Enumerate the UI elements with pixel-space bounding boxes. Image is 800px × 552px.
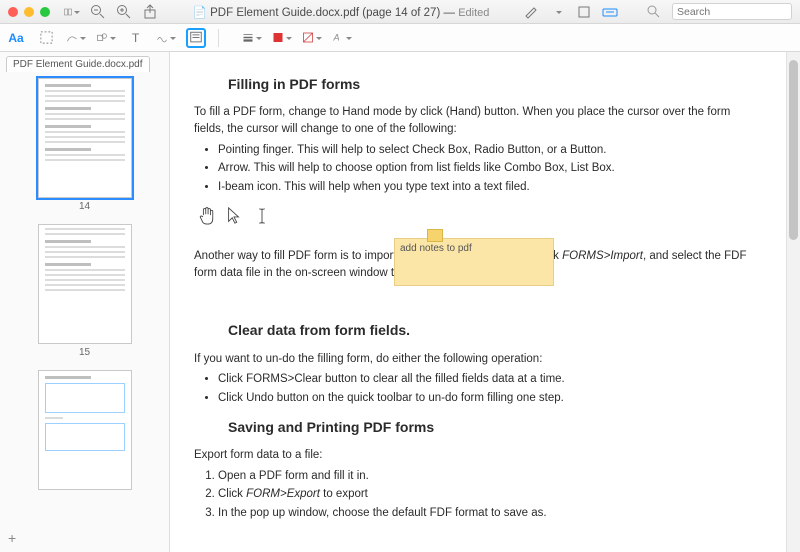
ibeam-cursor-icon (253, 206, 271, 226)
window-title: 📄 PDF Element Guide.docx.pdf (page 14 of… (158, 5, 524, 19)
add-page-button[interactable]: + (8, 530, 16, 546)
font-style-button[interactable]: A (332, 28, 352, 48)
scrollbar-thumb[interactable] (789, 60, 798, 240)
annotation-toolbar: Aa T A (0, 24, 800, 52)
search-field[interactable] (672, 3, 792, 20)
list-item: I-beam icon. This will help when you typ… (218, 179, 758, 196)
share-button[interactable] (142, 4, 158, 20)
hand-cursor-icon (198, 206, 216, 226)
search-icon (646, 4, 662, 20)
search-input[interactable] (677, 6, 767, 18)
sketch-tool-button[interactable] (66, 28, 86, 48)
text-style-button[interactable]: Aa (6, 28, 26, 48)
minimize-window-button[interactable] (24, 7, 34, 17)
document-content[interactable]: Filling in PDF forms To fill a PDF form,… (170, 52, 786, 552)
list-item: Click FORMS>Clear button to clear all th… (218, 371, 758, 388)
page-thumbnail-16[interactable] (38, 370, 132, 490)
fill-color-button[interactable] (302, 28, 322, 48)
title-dash: — (443, 7, 458, 19)
maximize-window-button[interactable] (40, 7, 50, 17)
page-number-label: 15 (0, 347, 169, 358)
zoom-out-button[interactable] (90, 4, 106, 20)
svg-text:A: A (333, 33, 340, 43)
close-window-button[interactable] (8, 7, 18, 17)
cursor-icons-figure (198, 206, 758, 231)
highlight-tool-button[interactable] (524, 4, 540, 20)
vertical-scrollbar[interactable] (786, 52, 800, 552)
markup-toolbar-button[interactable] (602, 4, 618, 20)
title-text: PDF Element Guide.docx.pdf (page 14 of 2… (210, 7, 440, 19)
markup-menu-button[interactable] (550, 4, 566, 20)
thumbnail-sidebar: PDF Element Guide.docx.pdf 14 15 (0, 52, 170, 552)
list-item: In the pop up window, choose the default… (218, 505, 758, 522)
para-undo: If you want to un-do the filling form, d… (194, 351, 758, 368)
heading-filling: Filling in PDF forms (228, 74, 758, 94)
note-tool-button[interactable] (186, 28, 206, 48)
page-thumbnail-14[interactable] (38, 78, 132, 198)
list-item: Pointing finger. This will help to selec… (218, 142, 758, 159)
sticky-note[interactable]: add notes to pdf (394, 238, 554, 286)
list-item: Open a PDF form and fill it in. (218, 468, 758, 485)
para-import: Another way to fill PDF form is to impor… (194, 248, 758, 281)
selection-tool-button[interactable] (36, 28, 56, 48)
shapes-tool-button[interactable] (96, 28, 116, 48)
list-item: Arrow. This will help to choose option f… (218, 160, 758, 177)
list-item: Click Undo button on the quick toolbar t… (218, 390, 758, 407)
page-number-label: 14 (0, 201, 169, 212)
line-weight-button[interactable] (242, 28, 262, 48)
main-area: PDF Element Guide.docx.pdf 14 15 (0, 52, 800, 552)
zoom-in-button[interactable] (116, 4, 132, 20)
text-tool-button[interactable]: T (126, 28, 146, 48)
heading-clear: Clear data from form fields. (228, 320, 758, 340)
arrow-cursor-icon (225, 206, 243, 226)
list-item: Click FORM>Export to export (218, 486, 758, 503)
window-titlebar: 📄 PDF Element Guide.docx.pdf (page 14 of… (0, 0, 800, 24)
stroke-color-button[interactable] (272, 28, 292, 48)
window-controls (8, 7, 50, 17)
para-intro: To fill a PDF form, change to Hand mode … (194, 104, 758, 137)
sidebar-tab[interactable]: PDF Element Guide.docx.pdf (6, 56, 150, 72)
heading-saving: Saving and Printing PDF forms (228, 417, 758, 437)
rotate-button[interactable] (576, 4, 592, 20)
view-mode-button[interactable] (64, 4, 80, 20)
pdf-icon: 📄 (193, 7, 207, 19)
page-thumbnail-15[interactable] (38, 224, 132, 344)
svg-text:T: T (131, 31, 139, 45)
edited-label: Edited (458, 7, 489, 19)
sign-tool-button[interactable] (156, 28, 176, 48)
para-export: Export form data to a file: (194, 447, 758, 464)
